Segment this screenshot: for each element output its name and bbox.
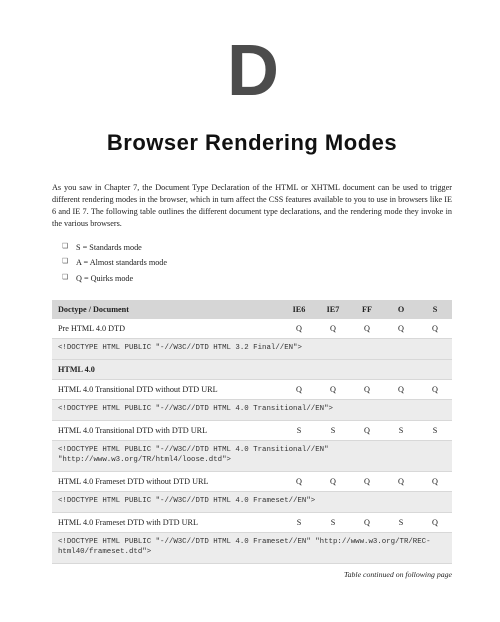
table-row: HTML 4.0 Transitional DTD without DTD UR… [52,380,452,400]
mode-cell: S [282,513,316,533]
mode-cell: Q [384,472,418,492]
header-ie7: IE7 [316,300,350,319]
legend-item: S = Standards mode [62,240,452,256]
legend-item: A = Almost standards mode [62,255,452,271]
intro-paragraph: As you saw in Chapter 7, the Document Ty… [52,182,452,230]
header-o: O [384,300,418,319]
page-title: Browser Rendering Modes [52,130,452,156]
mode-cell: Q [350,380,384,400]
doctype-cell: Pre HTML 4.0 DTD [52,319,282,339]
table-row: <!DOCTYPE HTML PUBLIC "-//W3C//DTD HTML … [52,339,452,360]
mode-cell: Q [418,513,452,533]
table-row: HTML 4.0 Frameset DTD without DTD URLQQQ… [52,472,452,492]
doctype-code-cell: <!DOCTYPE HTML PUBLIC "-//W3C//DTD HTML … [52,492,452,513]
mode-cell: Q [316,380,350,400]
doctype-code-cell: <!DOCTYPE HTML PUBLIC "-//W3C//DTD HTML … [52,400,452,421]
mode-cell: Q [316,472,350,492]
table-row: HTML 4.0 [52,360,452,380]
mode-cell: S [316,421,350,441]
mode-cell: S [282,421,316,441]
mode-cell: S [316,513,350,533]
mode-cell: Q [418,472,452,492]
mode-cell: Q [282,380,316,400]
table-row: <!DOCTYPE HTML PUBLIC "-//W3C//DTD HTML … [52,400,452,421]
doctype-code-cell: <!DOCTYPE HTML PUBLIC "-//W3C//DTD HTML … [52,533,452,564]
header-ie6: IE6 [282,300,316,319]
table-row: <!DOCTYPE HTML PUBLIC "-//W3C//DTD HTML … [52,533,452,564]
table-row: <!DOCTYPE HTML PUBLIC "-//W3C//DTD HTML … [52,492,452,513]
chapter-letter: D [52,30,452,112]
table-row: Pre HTML 4.0 DTDQQQQQ [52,319,452,339]
mode-cell: Q [350,472,384,492]
legend-list: S = Standards mode A = Almost standards … [62,240,452,287]
header-ff: FF [350,300,384,319]
mode-cell: Q [384,380,418,400]
table-continued-note: Table continued on following page [52,570,452,579]
mode-cell: S [418,421,452,441]
header-s: S [418,300,452,319]
doctype-cell: HTML 4.0 Frameset DTD without DTD URL [52,472,282,492]
table-row: <!DOCTYPE HTML PUBLIC "-//W3C//DTD HTML … [52,441,452,472]
doctype-cell: HTML 4.0 Transitional DTD with DTD URL [52,421,282,441]
mode-cell: Q [350,319,384,339]
doctype-code-cell: <!DOCTYPE HTML PUBLIC "-//W3C//DTD HTML … [52,339,452,360]
doctype-cell: HTML 4.0 Frameset DTD with DTD URL [52,513,282,533]
mode-cell: Q [282,319,316,339]
mode-cell: Q [350,421,384,441]
mode-cell: S [384,513,418,533]
mode-cell: Q [384,319,418,339]
mode-cell: Q [418,380,452,400]
mode-cell: Q [282,472,316,492]
table-row: HTML 4.0 Frameset DTD with DTD URLSSQSQ [52,513,452,533]
doctype-code-cell: <!DOCTYPE HTML PUBLIC "-//W3C//DTD HTML … [52,441,452,472]
mode-cell: Q [418,319,452,339]
legend-item: Q = Quirks mode [62,271,452,287]
mode-cell: S [384,421,418,441]
doctype-cell: HTML 4.0 Transitional DTD without DTD UR… [52,380,282,400]
mode-cell: Q [350,513,384,533]
table-row: HTML 4.0 Transitional DTD with DTD URLSS… [52,421,452,441]
table-header-row: Doctype / Document IE6 IE7 FF O S [52,300,452,319]
header-doctype: Doctype / Document [52,300,282,319]
rendering-modes-table: Doctype / Document IE6 IE7 FF O S Pre HT… [52,300,452,564]
mode-cell: Q [316,319,350,339]
section-header-cell: HTML 4.0 [52,360,452,380]
